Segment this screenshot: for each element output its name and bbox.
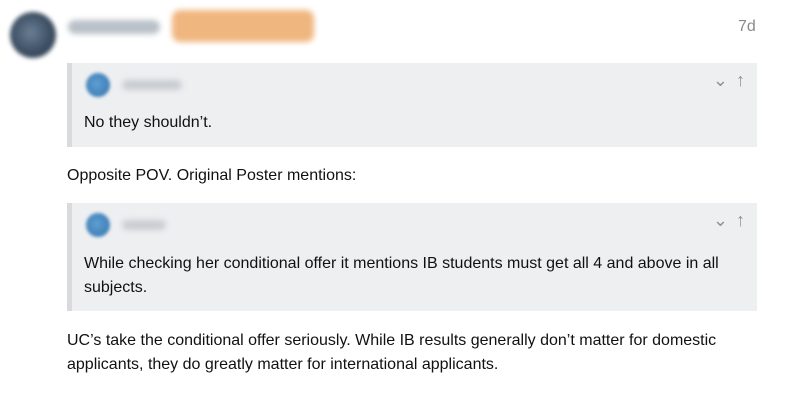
avatar[interactable] — [10, 12, 56, 58]
post-text: UC’s take the conditional offer seriousl… — [67, 332, 717, 373]
quote-block: ⌄ ↑ While checking her conditional offer… — [67, 203, 757, 311]
quote-avatar — [86, 213, 110, 237]
username-redacted[interactable] — [68, 20, 160, 34]
quote-controls: ⌄ ↑ — [713, 71, 745, 89]
quote-avatar — [86, 73, 110, 97]
quote-username-redacted — [122, 80, 182, 90]
quote-username-redacted — [122, 220, 166, 230]
quote-text: No they shouldn’t. — [84, 114, 213, 131]
user-flair-redacted — [172, 10, 314, 42]
arrow-up-icon[interactable]: ↑ — [736, 211, 745, 229]
chevron-down-icon[interactable]: ⌄ — [713, 71, 728, 89]
arrow-up-icon[interactable]: ↑ — [736, 71, 745, 89]
quote-controls: ⌄ ↑ — [713, 211, 745, 229]
quote-text: While checking her conditional offer it … — [84, 255, 719, 296]
post-text: Opposite POV. Original Poster mentions: — [67, 167, 357, 184]
post-date[interactable]: 7d — [738, 18, 756, 36]
quote-block: ⌄ ↑ No they shouldn’t. — [67, 63, 757, 147]
chevron-down-icon[interactable]: ⌄ — [713, 211, 728, 229]
